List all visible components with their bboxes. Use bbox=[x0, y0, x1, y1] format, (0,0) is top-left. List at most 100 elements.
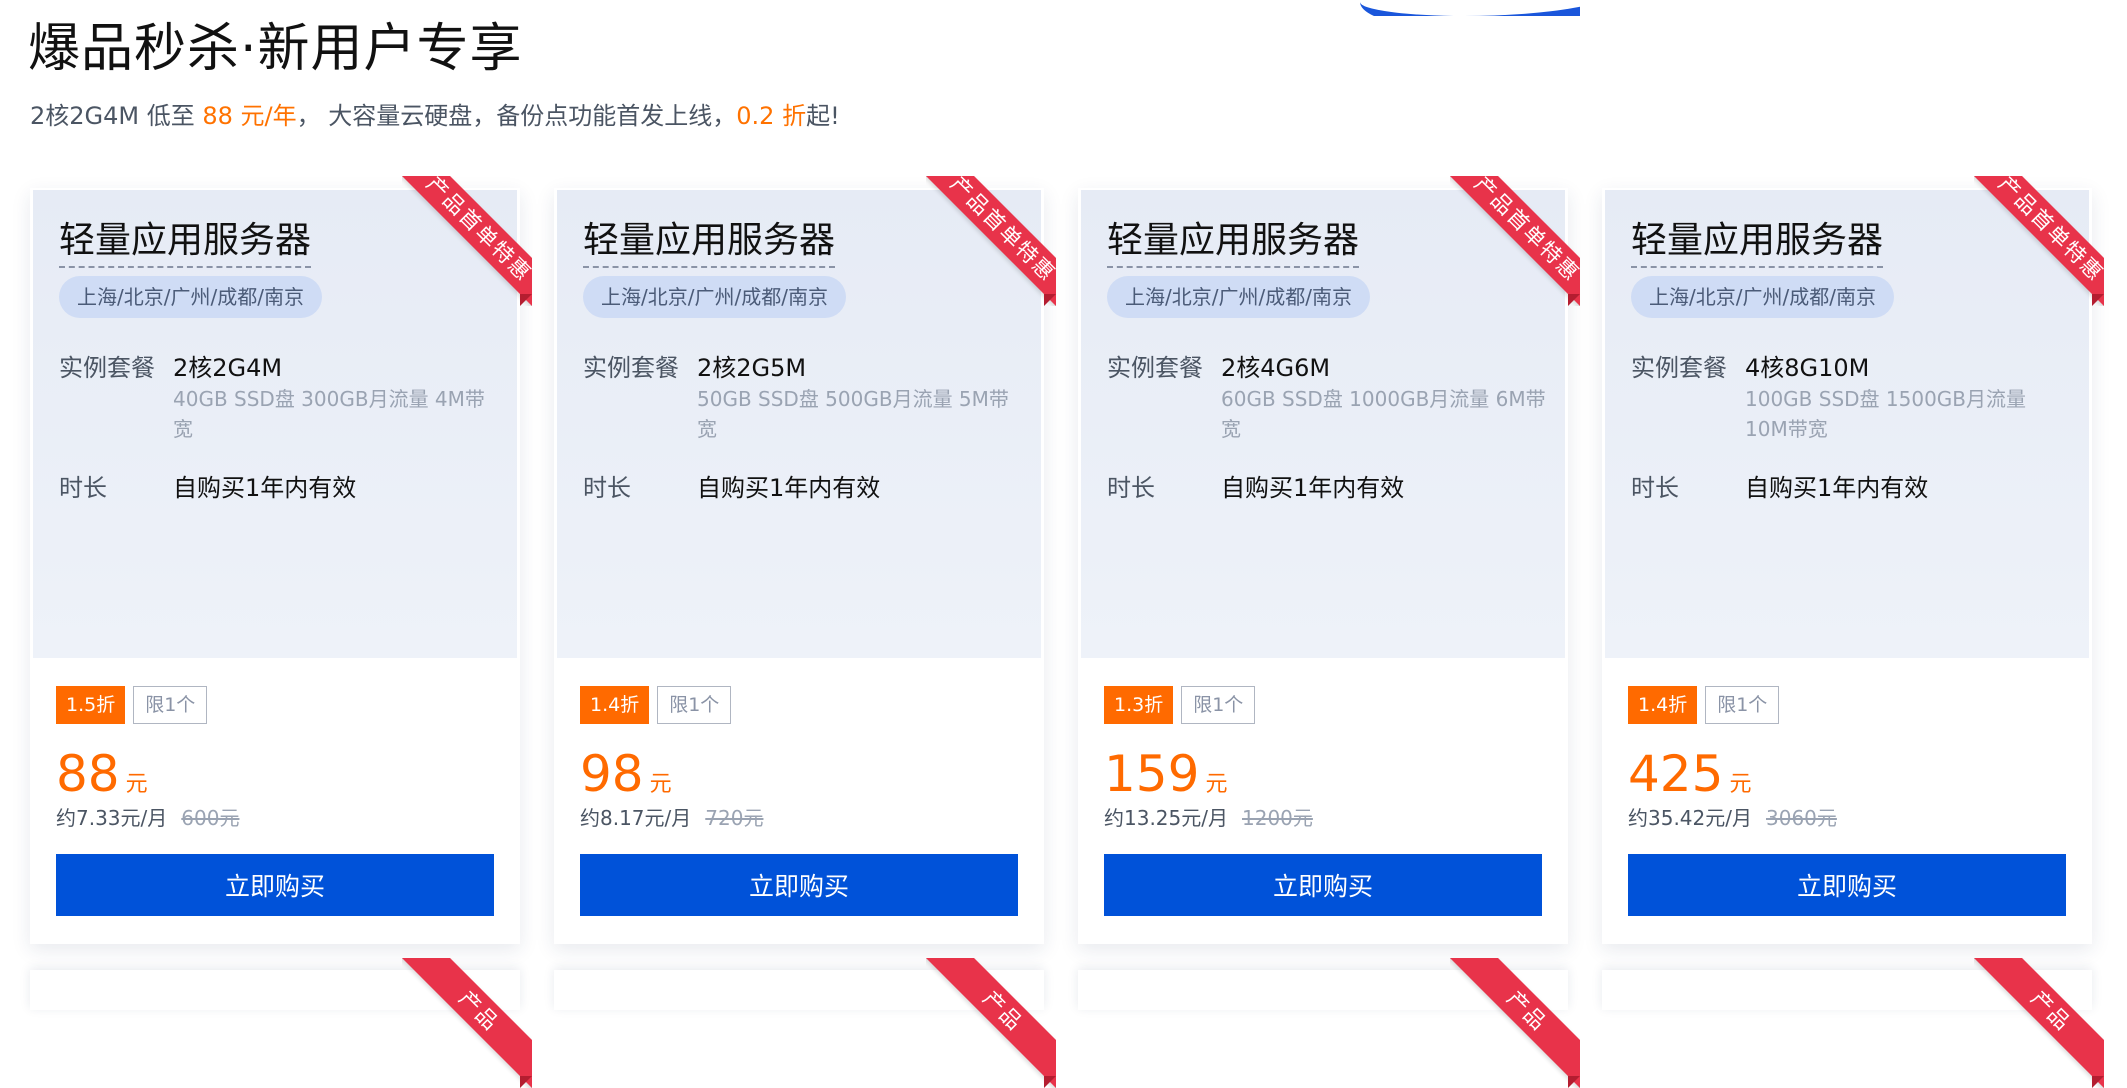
decorative-banner-swoosh bbox=[1360, 0, 1580, 16]
promo-ribbon: 产品首单特惠 bbox=[402, 176, 532, 306]
product-card-partial: 产品 bbox=[30, 958, 532, 1088]
limit-badge: 限1个 bbox=[133, 686, 208, 724]
spec-value: 2核2G5M bbox=[697, 354, 807, 382]
promo-ribbon-label: 产品 bbox=[402, 958, 532, 1088]
original-price: 3060元 bbox=[1766, 806, 1837, 830]
subtitle-text: 起! bbox=[806, 102, 840, 130]
spec-value: 自购买1年内有效 bbox=[1745, 474, 1929, 502]
promo-ribbon: 产品 bbox=[1450, 958, 1580, 1088]
price-value: 159 bbox=[1104, 745, 1200, 803]
region-badge: 上海/北京/广州/成都/南京 bbox=[1631, 276, 1894, 318]
monthly-price: 约8.17元/月 bbox=[580, 806, 692, 830]
promo-ribbon-label: 产品首单特惠 bbox=[926, 176, 1056, 306]
page-title: 爆品秒杀·新用户专享 bbox=[28, 19, 523, 79]
tag-group: 1.5折 限1个 bbox=[56, 686, 208, 724]
promo-ribbon-label: 产品首单特惠 bbox=[1450, 176, 1580, 306]
price-value: 98 bbox=[580, 745, 644, 803]
spec-label: 实例套餐 bbox=[59, 354, 155, 382]
monthly-price-row: 约13.25元/月 1200元 bbox=[1104, 802, 1313, 831]
buy-now-button[interactable]: 立即购买 bbox=[1104, 854, 1542, 916]
monthly-price-row: 约7.33元/月 600元 bbox=[56, 802, 239, 831]
spec-label: 时长 bbox=[1631, 474, 1679, 502]
promo-ribbon: 产品 bbox=[1974, 958, 2104, 1088]
spec-label: 实例套餐 bbox=[1631, 354, 1727, 382]
tag-group: 1.4折 限1个 bbox=[1628, 686, 1780, 724]
product-card-list: 轻量应用服务器 上海/北京/广州/成都/南京 实例套餐 2核2G4M 40GB … bbox=[30, 176, 2104, 944]
buy-now-button[interactable]: 立即购买 bbox=[580, 854, 1018, 916]
monthly-price-row: 约8.17元/月 720元 bbox=[580, 802, 763, 831]
original-price: 720元 bbox=[705, 806, 764, 830]
price-value: 425 bbox=[1628, 745, 1724, 803]
promo-ribbon-label: 产品 bbox=[1974, 958, 2104, 1088]
promo-ribbon: 产品 bbox=[402, 958, 532, 1088]
spec-value: 2核4G6M bbox=[1221, 354, 1331, 382]
promo-ribbon: 产品首单特惠 bbox=[1450, 176, 1580, 306]
region-badge: 上海/北京/广州/成都/南京 bbox=[583, 276, 846, 318]
price: 425 元 bbox=[1628, 744, 1751, 804]
promo-ribbon: 产品 bbox=[926, 958, 1056, 1088]
tag-group: 1.4折 限1个 bbox=[580, 686, 732, 724]
price-unit: 元 bbox=[1205, 772, 1228, 797]
product-card-partial: 产品 bbox=[554, 958, 1056, 1088]
original-price: 1200元 bbox=[1242, 806, 1313, 830]
spec-description: 50GB SSD盘 500GB月流量 5M带宽 bbox=[697, 387, 1009, 441]
monthly-price: 约35.42元/月 bbox=[1628, 806, 1752, 830]
subtitle-text: 2核2G4M 低至 bbox=[30, 102, 203, 130]
discount-badge: 1.4折 bbox=[580, 686, 650, 724]
monthly-price-row: 约35.42元/月 3060元 bbox=[1628, 802, 1837, 831]
price: 88 元 bbox=[56, 744, 148, 804]
subtitle-text: ， 大容量云硬盘，备份点功能首发上线， bbox=[296, 102, 737, 130]
price: 98 元 bbox=[580, 744, 672, 804]
limit-badge: 限1个 bbox=[1181, 686, 1256, 724]
tag-group: 1.3折 限1个 bbox=[1104, 686, 1256, 724]
spec-label: 时长 bbox=[583, 474, 631, 502]
spec-description: 100GB SSD盘 1500GB月流量 10M带宽 bbox=[1745, 387, 2027, 441]
limit-badge: 限1个 bbox=[1705, 686, 1780, 724]
original-price: 600元 bbox=[181, 806, 240, 830]
price-value: 88 bbox=[56, 745, 120, 803]
promo-ribbon: 产品首单特惠 bbox=[1974, 176, 2104, 306]
subtitle-price-highlight: 88 元/年 bbox=[202, 102, 297, 130]
product-card-partial: 产品 bbox=[1602, 958, 2104, 1088]
promo-ribbon-label: 产品 bbox=[1450, 958, 1580, 1088]
price: 159 元 bbox=[1104, 744, 1227, 804]
product-name[interactable]: 轻量应用服务器 bbox=[1107, 218, 1360, 268]
discount-badge: 1.4折 bbox=[1628, 686, 1698, 724]
buy-now-button[interactable]: 立即购买 bbox=[1628, 854, 2066, 916]
region-badge: 上海/北京/广州/成都/南京 bbox=[59, 276, 322, 318]
promo-ribbon-label: 产品首单特惠 bbox=[1974, 176, 2104, 306]
spec-label: 时长 bbox=[59, 474, 107, 502]
buy-now-button[interactable]: 立即购买 bbox=[56, 854, 494, 916]
spec-description: 60GB SSD盘 1000GB月流量 6M带宽 bbox=[1221, 387, 1546, 441]
spec-value: 4核8G10M bbox=[1745, 354, 1870, 382]
discount-badge: 1.3折 bbox=[1104, 686, 1174, 724]
promo-ribbon-label: 产品 bbox=[926, 958, 1056, 1088]
spec-label: 时长 bbox=[1107, 474, 1155, 502]
price-unit: 元 bbox=[649, 772, 672, 797]
promo-ribbon: 产品首单特惠 bbox=[926, 176, 1056, 306]
spec-value: 自购买1年内有效 bbox=[697, 474, 881, 502]
product-name[interactable]: 轻量应用服务器 bbox=[59, 218, 312, 268]
discount-badge: 1.5折 bbox=[56, 686, 126, 724]
product-card: 轻量应用服务器 上海/北京/广州/成都/南京 实例套餐 2核2G4M 40GB … bbox=[30, 176, 532, 944]
product-card: 轻量应用服务器 上海/北京/广州/成都/南京 实例套餐 4核8G10M 100G… bbox=[1602, 176, 2104, 944]
promo-subtitle: 2核2G4M 低至 88 元/年， 大容量云硬盘，备份点功能首发上线，0.2 折… bbox=[30, 96, 840, 131]
region-badge: 上海/北京/广州/成都/南京 bbox=[1107, 276, 1370, 318]
next-card-row: 产品 产品 产品 产品 bbox=[30, 958, 2104, 1088]
price-unit: 元 bbox=[125, 772, 148, 797]
product-card: 轻量应用服务器 上海/北京/广州/成都/南京 实例套餐 2核2G5M 50GB … bbox=[554, 176, 1056, 944]
subtitle-discount-highlight: 0.2 折 bbox=[736, 102, 807, 130]
product-name[interactable]: 轻量应用服务器 bbox=[1631, 218, 1884, 268]
spec-description: 40GB SSD盘 300GB月流量 4M带宽 bbox=[173, 387, 485, 441]
limit-badge: 限1个 bbox=[657, 686, 732, 724]
spec-value: 自购买1年内有效 bbox=[1221, 474, 1405, 502]
spec-value: 2核2G4M bbox=[173, 354, 283, 382]
product-name[interactable]: 轻量应用服务器 bbox=[583, 218, 836, 268]
product-card-partial: 产品 bbox=[1078, 958, 1580, 1088]
spec-value: 自购买1年内有效 bbox=[173, 474, 357, 502]
product-card: 轻量应用服务器 上海/北京/广州/成都/南京 实例套餐 2核4G6M 60GB … bbox=[1078, 176, 1580, 944]
spec-label: 实例套餐 bbox=[583, 354, 679, 382]
monthly-price: 约7.33元/月 bbox=[56, 806, 168, 830]
spec-label: 实例套餐 bbox=[1107, 354, 1203, 382]
monthly-price: 约13.25元/月 bbox=[1104, 806, 1228, 830]
